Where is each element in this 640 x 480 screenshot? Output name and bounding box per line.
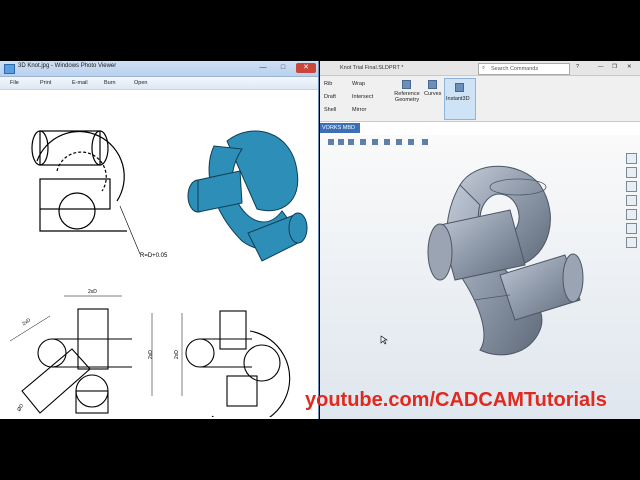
intersect-tool[interactable]: Intersect — [352, 94, 373, 100]
dim-height-label: 2xD — [148, 350, 154, 359]
reference-geometry-tool[interactable]: Reference Geometry — [392, 91, 422, 103]
blue-knot-model — [187, 130, 308, 262]
menu-burn[interactable]: Burn — [104, 80, 116, 86]
file-explorer-icon[interactable] — [626, 195, 637, 206]
instant3d-label: Instant3D — [446, 96, 470, 102]
photo-viewer-menu: File Print E-mail Burn Open — [0, 77, 318, 90]
home-icon[interactable] — [626, 153, 637, 164]
mouse-cursor-icon — [380, 335, 388, 345]
restore-icon[interactable]: ❐ — [612, 64, 617, 70]
instant3d-button[interactable]: Instant3D — [444, 78, 476, 120]
photo-viewer-titlebar[interactable]: 3D Knot.jpg - Windows Photo Viewer — □ ✕ — [0, 61, 318, 77]
feature-ribbon: Rib Draft Shell Wrap Intersect Mirror Re… — [320, 76, 640, 122]
dim-phi-label: ØD — [16, 403, 25, 413]
dim-diag-label: 2xD — [21, 317, 32, 327]
minimize-icon[interactable]: — — [598, 64, 604, 70]
solidworks-titlebar: Knot Trial Final.SLDPRT * ⌕ Search Comma… — [320, 61, 640, 76]
rib-tool[interactable]: Rib — [324, 81, 332, 87]
radius-label: R=D+0.05 — [140, 253, 168, 259]
shell-tool[interactable]: Shell — [324, 107, 336, 113]
heads-up-toolbar[interactable] — [326, 137, 446, 147]
minimize-button[interactable]: — — [254, 63, 272, 73]
curves-icon — [428, 80, 437, 89]
close-icon[interactable]: ✕ — [627, 64, 632, 70]
dim-side-label: 2xD — [174, 350, 180, 359]
curves-tool[interactable]: Curves — [424, 91, 441, 97]
channel-banner: youtube.com/CADCAMTutorials — [305, 389, 607, 411]
gray-knot-model — [427, 165, 584, 356]
document-title: Knot Trial Final.SLDPRT * — [340, 65, 404, 71]
properties-icon[interactable] — [626, 223, 637, 234]
search-commands-input[interactable]: ⌕ Search Commands — [478, 63, 570, 75]
design-library-icon[interactable] — [626, 181, 637, 192]
appearances-icon[interactable] — [626, 209, 637, 220]
resources-icon[interactable] — [626, 167, 637, 178]
menu-email[interactable]: E-mail — [72, 80, 88, 86]
menu-open[interactable]: Open — [134, 80, 147, 86]
help-icon[interactable]: ? — [576, 64, 579, 70]
search-placeholder: Search Commands — [491, 66, 539, 72]
solidworks-window: Knot Trial Final.SLDPRT * ⌕ Search Comma… — [320, 61, 640, 419]
menu-print[interactable]: Print — [40, 80, 51, 86]
close-button[interactable]: ✕ — [296, 63, 316, 73]
menu-file[interactable]: File — [10, 80, 19, 86]
photo-viewer-title: 3D Knot.jpg - Windows Photo Viewer — [18, 63, 117, 69]
drawing-image: R=D+0.05 2xD 2xD 2xD ØD 2xD — [9, 130, 308, 417]
graphics-viewport[interactable] — [320, 135, 640, 419]
draft-tool[interactable]: Draft — [324, 94, 336, 100]
maximize-button[interactable]: □ — [274, 63, 292, 73]
photo-viewer-app-icon — [4, 64, 15, 74]
photo-viewer-window: 3D Knot.jpg - Windows Photo Viewer — □ ✕… — [0, 61, 319, 419]
wrap-tool[interactable]: Wrap — [352, 81, 365, 87]
dim-top-label: 2xD — [88, 289, 97, 295]
custom-properties-icon[interactable] — [626, 237, 637, 248]
mirror-tool[interactable]: Mirror — [352, 107, 366, 113]
instant3d-icon — [455, 83, 464, 92]
reference-geometry-icon — [402, 80, 411, 89]
tab-mbd[interactable]: VORKS MBD — [320, 123, 360, 133]
task-pane — [626, 153, 638, 248]
search-icon: ⌕ — [482, 65, 486, 71]
